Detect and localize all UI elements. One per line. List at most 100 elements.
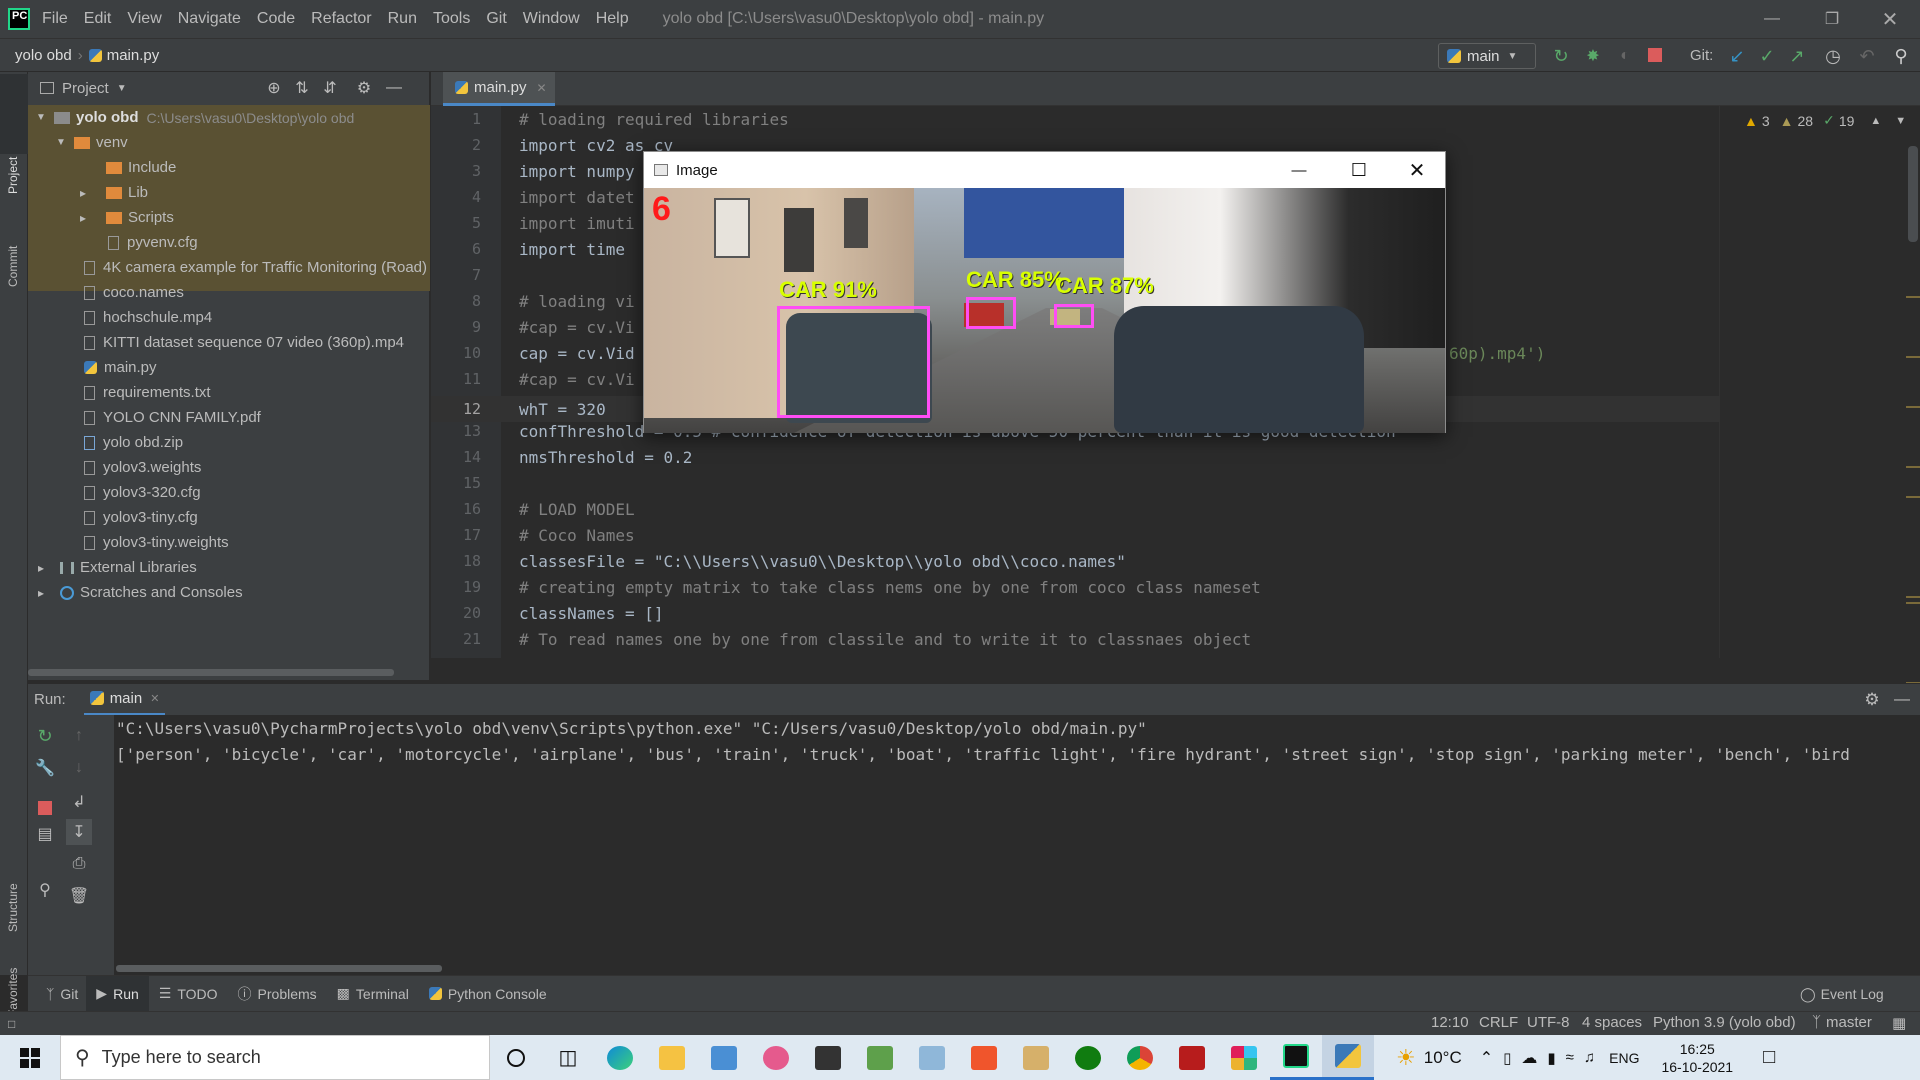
spreadsheet-app-icon[interactable] [854, 1035, 906, 1080]
menu-help[interactable]: Help [596, 10, 629, 28]
pin-icon[interactable]: ⚲ [34, 879, 56, 901]
lock-icon[interactable]: ▦ [1892, 1014, 1906, 1032]
tab-todo[interactable]: ☰ TODO [149, 976, 228, 1012]
gear-icon[interactable]: ⚙ [1862, 690, 1882, 710]
print-icon[interactable]: ⎙ [68, 853, 90, 875]
scroll-up-icon[interactable]: ↑ [68, 725, 90, 747]
python-taskbar-icon[interactable] [1322, 1035, 1374, 1080]
weather-icon[interactable]: ☀ [1396, 1045, 1416, 1071]
tree-item-root[interactable]: ▼ yolo obd C:\Users\vasu0\Desktop\yolo o… [28, 105, 430, 130]
indent-setting[interactable]: 4 spaces [1582, 1014, 1642, 1031]
trash-icon[interactable]: 🗑 [68, 885, 90, 907]
tree-item-hochschule[interactable]: hochschule.mp4 [28, 305, 430, 330]
tree-item-venv[interactable]: ▼ venv [28, 130, 430, 155]
soft-wrap-icon[interactable]: ↲ [68, 791, 90, 813]
cloud-icon[interactable]: ☁ [1521, 1048, 1537, 1068]
red-app-icon[interactable] [1166, 1035, 1218, 1080]
tree-item-zip[interactable]: yolo obd.zip [28, 430, 430, 455]
weather-temp[interactable]: 10°C [1424, 1048, 1462, 1068]
tree-item-kitti[interactable]: KITTI dataset sequence 07 video (360p).m… [28, 330, 430, 355]
git-commit-icon[interactable]: ✓ [1756, 45, 1778, 67]
close-button[interactable]: ✕ [1402, 158, 1432, 182]
run-tab-main[interactable]: main ✕ [83, 684, 166, 716]
chevron-down-icon[interactable]: ▼ [1895, 115, 1906, 127]
run-console[interactable]: "C:\Users\vasu0\PycharmProjects\yolo obd… [114, 715, 1920, 975]
rollback-icon[interactable]: ↶ [1856, 45, 1878, 67]
tree-item-include[interactable]: Include [28, 155, 430, 180]
scrollbar-thumb[interactable] [1908, 146, 1918, 242]
xbox-icon[interactable] [1062, 1035, 1114, 1080]
tree-item-pyvenv[interactable]: pyvenv.cfg [28, 230, 430, 255]
run-config-selector[interactable]: main ▼ [1438, 43, 1536, 69]
hide-panel-icon[interactable]: — [384, 78, 404, 98]
file-encoding[interactable]: UTF-8 [1527, 1014, 1570, 1031]
close-tab-icon[interactable]: ✕ [537, 81, 547, 95]
image-window-titlebar[interactable]: Image — ☐ ✕ [644, 152, 1445, 188]
menu-navigate[interactable]: Navigate [178, 10, 241, 28]
commit-tool-label[interactable]: Commit [6, 246, 20, 287]
stop-icon[interactable] [38, 801, 52, 815]
opencv-image-window[interactable]: Image — ☐ ✕ 6 CAR 91% CAR 85% CAR 87% [643, 151, 1446, 433]
terminal-app-icon[interactable] [802, 1035, 854, 1080]
git-push-icon[interactable]: ↗ [1786, 45, 1808, 67]
chrome-icon[interactable] [1114, 1035, 1166, 1080]
tree-item-external-libraries[interactable]: ▸ External Libraries [28, 555, 430, 580]
tree-item-tiny-weights[interactable]: yolov3-tiny.weights [28, 530, 430, 555]
breadcrumb-file[interactable]: main.py [107, 47, 160, 64]
minimize-button[interactable]: — [1752, 6, 1792, 32]
chevron-up-icon[interactable]: ▲ [1870, 115, 1881, 127]
coverage-icon[interactable]: ◐ [1614, 45, 1636, 67]
tree-item-lib[interactable]: ▸ Lib [28, 180, 430, 205]
input-language[interactable]: ENG [1609, 1050, 1639, 1066]
tab-terminal[interactable]: ▩ Terminal [327, 976, 419, 1012]
tree-item-requirements[interactable]: requirements.txt [28, 380, 430, 405]
expand-all-icon[interactable]: ⇅ [292, 78, 312, 98]
project-panel-title[interactable]: Project [62, 80, 109, 97]
caret-position[interactable]: 12:10 [1431, 1014, 1469, 1031]
hide-panel-icon[interactable]: — [1892, 690, 1912, 710]
menu-run[interactable]: Run [388, 10, 417, 28]
brave-browser-icon[interactable] [958, 1035, 1010, 1080]
tab-event-log[interactable]: ◯ Event Log [1800, 976, 1884, 1012]
tree-item-pdf[interactable]: YOLO CNN FAMILY.pdf [28, 405, 430, 430]
clock[interactable]: 16:25 16-10-2021 [1661, 1040, 1733, 1076]
chevron-down-icon[interactable]: ▼ [117, 83, 127, 94]
git-branch[interactable]: master [1826, 1014, 1872, 1031]
tree-item-cfg-320[interactable]: yolov3-320.cfg [28, 480, 430, 505]
tab-run[interactable]: ▶ Run [86, 975, 149, 1012]
tree-item-weights[interactable]: yolov3.weights [28, 455, 430, 480]
rerun-icon[interactable]: ↻ [34, 725, 56, 747]
project-tool-label[interactable]: Project [6, 157, 20, 194]
pycharm-taskbar-icon[interactable] [1270, 1035, 1322, 1080]
scroll-to-end-icon[interactable]: ↧ [66, 819, 92, 845]
rerun-icon[interactable]: ↻ [1550, 45, 1572, 67]
menu-tools[interactable]: Tools [433, 10, 470, 28]
tree-item-scratches[interactable]: ▸ Scratches and Consoles [28, 580, 430, 605]
stop-icon[interactable] [1648, 48, 1662, 62]
chevron-up-icon[interactable]: ⌃ [1480, 1048, 1493, 1068]
tree-item-main-py[interactable]: main.py [28, 355, 430, 380]
windows-start-icon[interactable] [0, 1035, 60, 1080]
search-icon[interactable]: ⚲ [1890, 45, 1912, 67]
tab-main-py[interactable]: main.py ✕ [443, 72, 555, 106]
file-explorer-icon[interactable] [646, 1035, 698, 1080]
tab-problems[interactable]: ⓘ Problems [228, 976, 327, 1012]
battery-icon[interactable]: ▮ [1547, 1049, 1555, 1067]
taskbar-search[interactable]: ⚲ Type here to search [60, 1035, 490, 1080]
console-scrollbar[interactable] [116, 965, 442, 972]
wrench-icon[interactable]: 🔧 [34, 757, 56, 779]
volume-icon[interactable]: ♫ [1584, 1049, 1595, 1066]
favorites-tool-label[interactable]: Favorites [6, 968, 20, 1017]
git-update-icon[interactable]: ↙ [1726, 45, 1748, 67]
menu-git[interactable]: Git [486, 10, 506, 28]
paint-app-icon[interactable] [1010, 1035, 1062, 1080]
menu-file[interactable]: File [42, 10, 68, 28]
app-icon[interactable] [698, 1035, 750, 1080]
menu-edit[interactable]: Edit [84, 10, 112, 28]
structure-tool-label[interactable]: Structure [6, 883, 20, 932]
tree-item-tiny-cfg[interactable]: yolov3-tiny.cfg [28, 505, 430, 530]
tab-git[interactable]: ᛉ Git [38, 976, 86, 1012]
menu-window[interactable]: Window [523, 10, 580, 28]
gear-icon[interactable]: ⚙ [354, 78, 374, 98]
close-tab-icon[interactable]: ✕ [150, 692, 159, 705]
